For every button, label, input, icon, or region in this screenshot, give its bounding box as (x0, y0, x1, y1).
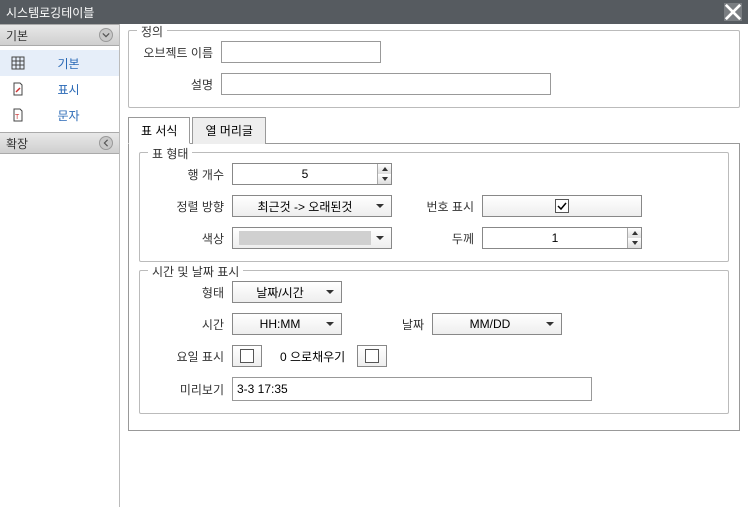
weekday-checkbox[interactable] (240, 349, 254, 363)
text-icon: T (10, 107, 26, 123)
time-label: 시간 (152, 316, 232, 333)
titlebar: 시스템로깅테이블 (0, 0, 748, 24)
weekday-label: 요일 표시 (152, 348, 232, 365)
form-value: 날짜/시간 (237, 284, 323, 301)
row-count-spinner[interactable]: 5 (232, 163, 392, 185)
sidebar-item-basic[interactable]: 기본 (0, 50, 119, 76)
chevron-left-icon (99, 136, 113, 150)
sidebar-item-label: 기본 (36, 55, 109, 72)
tab-header[interactable]: 열 머리글 (192, 117, 266, 144)
tab-format[interactable]: 표 서식 (128, 117, 190, 144)
preview-label: 미리보기 (152, 381, 232, 398)
content-panel: 정의 오브젝트 이름 설명 표 서식 열 머리글 표 형태 행 개수 (120, 24, 748, 507)
svg-text:T: T (15, 114, 20, 121)
weekday-wrap (232, 345, 262, 367)
row-count-label: 행 개수 (152, 166, 232, 183)
sort-combo[interactable]: 최근것 -> 오래된것 (232, 195, 392, 217)
show-number-checkbox[interactable] (555, 199, 569, 213)
thickness-label: 두께 (422, 230, 482, 247)
color-label: 색상 (152, 230, 232, 247)
sort-label: 정렬 방향 (152, 198, 232, 215)
chevron-down-icon (99, 28, 113, 42)
sort-value: 최근것 -> 오래된것 (237, 198, 373, 215)
description-label: 설명 (141, 76, 221, 93)
show-number-wrap (482, 195, 642, 217)
table-form-legend: 표 형태 (148, 145, 192, 162)
datetime-fieldset: 시간 및 날짜 표시 형태 날짜/시간 시간 HH:MM (139, 270, 729, 414)
close-icon (724, 3, 742, 21)
chevron-down-icon (323, 288, 337, 296)
sidebar-section-basic[interactable]: 기본 (0, 24, 119, 46)
grid-icon (10, 55, 26, 71)
thickness-value: 1 (483, 228, 627, 248)
chevron-down-icon (543, 320, 557, 328)
chevron-down-icon (323, 320, 337, 328)
chevron-down-icon (373, 234, 387, 242)
window-title: 시스템로깅테이블 (6, 4, 724, 21)
date-label: 날짜 (372, 316, 432, 333)
definition-fieldset: 정의 오브젝트 이름 설명 (128, 30, 740, 108)
preview-output (232, 377, 592, 401)
spinner-down[interactable] (628, 238, 641, 248)
object-name-label: 오브젝트 이름 (141, 44, 221, 61)
sidebar-section-label: 확장 (6, 135, 28, 152)
spinner-down[interactable] (378, 174, 391, 184)
time-combo[interactable]: HH:MM (232, 313, 342, 335)
row-count-value: 5 (233, 164, 377, 184)
tab-body: 표 형태 행 개수 5 정렬 방향 최근것 (128, 144, 740, 431)
object-name-input[interactable] (221, 41, 381, 63)
show-number-label: 번호 표시 (422, 198, 482, 215)
thickness-spinner[interactable]: 1 (482, 227, 642, 249)
form-combo[interactable]: 날짜/시간 (232, 281, 342, 303)
definition-legend: 정의 (137, 24, 167, 40)
sidebar-item-display[interactable]: 표시 (0, 76, 119, 102)
chevron-down-icon (373, 202, 387, 210)
color-combo[interactable] (232, 227, 392, 249)
description-input[interactable] (221, 73, 551, 95)
tabs: 표 서식 열 머리글 (128, 116, 740, 144)
form-label: 형태 (152, 284, 232, 301)
sidebar-item-text[interactable]: T 문자 (0, 102, 119, 128)
datetime-legend: 시간 및 날짜 표시 (148, 263, 243, 280)
sidebar: 기본 기본 표시 T 문자 확장 (0, 24, 120, 507)
date-combo[interactable]: MM/DD (432, 313, 562, 335)
sidebar-item-label: 문자 (36, 107, 109, 124)
table-form-fieldset: 표 형태 행 개수 5 정렬 방향 최근것 (139, 152, 729, 262)
document-icon (10, 81, 26, 97)
zerofill-checkbox[interactable] (365, 349, 379, 363)
check-icon (557, 201, 567, 211)
sidebar-item-label: 표시 (36, 81, 109, 98)
zerofill-label: 0 으로채우기 (280, 348, 345, 365)
date-value: MM/DD (437, 317, 543, 331)
spinner-up[interactable] (378, 164, 391, 174)
time-value: HH:MM (237, 317, 323, 331)
sidebar-section-extended[interactable]: 확장 (0, 132, 119, 154)
close-button[interactable] (724, 3, 742, 21)
zerofill-wrap (357, 345, 387, 367)
sidebar-section-label: 기본 (6, 27, 28, 44)
spinner-up[interactable] (628, 228, 641, 238)
color-swatch (239, 231, 371, 245)
